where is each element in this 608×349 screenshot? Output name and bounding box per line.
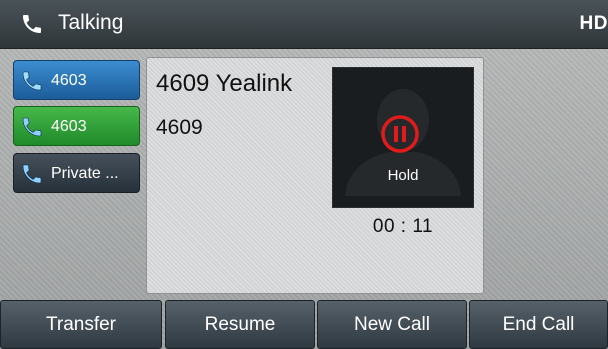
handset-icon [22,71,42,91]
caller-name: 4609 Yealink [156,70,293,97]
handset-icon [23,15,41,33]
caller-number: 4609 [156,116,203,139]
line-key-label: 4603 [51,72,87,89]
status-bar: Talking HD [0,0,608,49]
hd-badge: HD [579,13,608,34]
line-key-private[interactable]: Private ... [13,153,140,193]
line-key-label: Private ... [51,165,119,182]
end-call-button[interactable]: End Call [469,300,608,349]
call-info-panel: 4609 Yealink 4609 Hold 00 : 11 [146,57,484,294]
line-key-4603-talking[interactable]: 4603 [13,106,140,146]
softkey-bar: Transfer Resume New Call End Call [0,300,608,349]
call-status-title: Talking [58,11,124,34]
hold-status-label: Hold [387,167,419,184]
line-key-4603-active[interactable]: 4603 [13,60,140,100]
handset-icon [22,117,42,137]
new-call-button[interactable]: New Call [317,300,467,349]
contact-avatar: Hold [333,68,473,207]
call-timer: 00 : 11 [372,216,434,237]
hold-icon [381,115,419,153]
phone-screen: Talking HD 4603 4603 Private ... 4609 Ye… [0,0,608,349]
transfer-button[interactable]: Transfer [0,300,162,349]
line-key-label: 4603 [51,118,87,135]
handset-icon [22,164,42,184]
resume-button[interactable]: Resume [165,300,315,349]
